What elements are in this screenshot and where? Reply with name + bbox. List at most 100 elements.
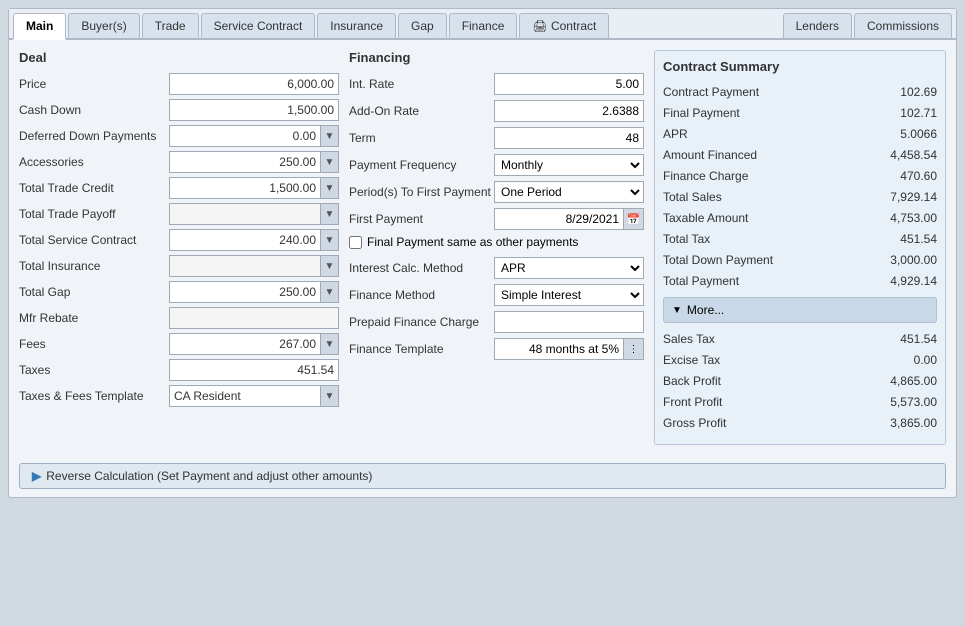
reverse-calc-button[interactable]: ▶ Reverse Calculation (Set Payment and a… <box>19 463 946 489</box>
tab-buyers[interactable]: Buyer(s) <box>68 13 139 38</box>
deal-field-row-7: Total Insurance ▼ <box>19 255 339 277</box>
add-on-rate-input[interactable] <box>494 100 644 122</box>
contract-icon: 🖨 <box>532 19 551 33</box>
deal-field-input-4[interactable] <box>169 177 321 199</box>
add-on-rate-label: Add-On Rate <box>349 104 494 118</box>
interest-calc-row: Interest Calc. Method APR Simple Interes… <box>349 257 644 279</box>
payment-freq-select[interactable]: Monthly Weekly Bi-Weekly Semi-Monthly <box>494 154 644 176</box>
summary-label-1: Final Payment <box>663 106 740 120</box>
deal-field-input-6[interactable] <box>169 229 321 251</box>
tab-contract[interactable]: 🖨 Contract <box>519 13 609 38</box>
summary-value-8: 3,000.00 <box>890 253 937 267</box>
deal-field-row-2: Deferred Down Payments▼ <box>19 125 339 147</box>
deal-field-icon-7[interactable]: ▼ <box>321 255 339 277</box>
tab-trade[interactable]: Trade <box>142 13 199 38</box>
deal-field-icon-4[interactable]: ▼ <box>321 177 339 199</box>
deal-field-label-0: Price <box>19 77 169 91</box>
more-item-label-4: Gross Profit <box>663 416 726 430</box>
deal-field-input-wrap-5: ▼ <box>169 203 339 225</box>
summary-label-7: Total Tax <box>663 232 710 246</box>
finance-method-select[interactable]: Simple Interest Rule of 78s Actuarial <box>494 284 644 306</box>
deal-field-input-2[interactable] <box>169 125 321 147</box>
more-item-value-2: 4,865.00 <box>890 374 937 388</box>
payment-freq-row: Payment Frequency Monthly Weekly Bi-Week… <box>349 154 644 176</box>
more-label: More... <box>687 303 724 317</box>
more-item-row-1: Excise Tax0.00 <box>663 352 937 368</box>
taxes-fees-label: Taxes & Fees Template <box>19 389 169 403</box>
deal-field-input-5[interactable] <box>169 203 321 225</box>
first-payment-input[interactable] <box>494 208 624 230</box>
deal-field-icon-10[interactable]: ▼ <box>321 333 339 355</box>
deal-field-input-0[interactable] <box>169 73 339 95</box>
summary-value-2: 5.0066 <box>900 127 937 141</box>
int-rate-input[interactable] <box>494 73 644 95</box>
deal-field-input-wrap-9 <box>169 307 339 329</box>
summary-row-4: Finance Charge470.60 <box>663 168 937 184</box>
deal-field-input-10[interactable] <box>169 333 321 355</box>
summary-value-7: 451.54 <box>900 232 937 246</box>
summary-row-1: Final Payment102.71 <box>663 105 937 121</box>
chevron-down-icon: ▼ <box>672 305 682 316</box>
summary-row-7: Total Tax 451.54 <box>663 231 937 247</box>
calendar-icon[interactable]: 📅 <box>624 208 644 230</box>
deal-field-label-9: Mfr Rebate <box>19 311 169 325</box>
deal-field-input-wrap-0 <box>169 73 339 95</box>
summary-label-4: Finance Charge <box>663 169 748 183</box>
periods-first-select[interactable]: One Period Two Periods None <box>494 181 644 203</box>
term-input[interactable] <box>494 127 644 149</box>
final-payment-checkbox[interactable] <box>349 236 362 249</box>
summary-value-3: 4,458.54 <box>890 148 937 162</box>
financing-title: Financing <box>349 50 644 65</box>
deal-field-input-wrap-11 <box>169 359 339 381</box>
deal-field-input-1[interactable] <box>169 99 339 121</box>
summary-label-6: Taxable Amount <box>663 211 748 225</box>
deal-field-icon-3[interactable]: ▼ <box>321 151 339 173</box>
more-item-row-3: Front Profit5,573.00 <box>663 394 937 410</box>
term-row: Term <box>349 127 644 149</box>
deal-field-input-9[interactable] <box>169 307 339 329</box>
finance-template-input[interactable] <box>494 338 624 360</box>
tab-main[interactable]: Main <box>13 13 66 40</box>
deal-field-icon-6[interactable]: ▼ <box>321 229 339 251</box>
summary-title: Contract Summary <box>663 59 937 74</box>
more-item-label-0: Sales Tax <box>663 332 715 346</box>
first-payment-row: First Payment 📅 <box>349 208 644 230</box>
tab-service-contract[interactable]: Service Contract <box>201 13 316 38</box>
deal-field-label-3: Accessories <box>19 155 169 169</box>
finance-method-input-wrap: Simple Interest Rule of 78s Actuarial <box>494 284 644 306</box>
interest-calc-select[interactable]: APR Simple Interest <box>494 257 644 279</box>
deal-field-input-wrap-7: ▼ <box>169 255 339 277</box>
taxes-fees-icon[interactable]: ▼ <box>321 385 339 407</box>
summary-row-9: Total Payment4,929.14 <box>663 273 937 289</box>
finance-template-icon[interactable]: ⋮ <box>624 338 644 360</box>
deal-field-label-5: Total Trade Payoff <box>19 207 169 221</box>
more-item-label-2: Back Profit <box>663 374 721 388</box>
deal-field-input-8[interactable] <box>169 281 321 303</box>
deal-field-input-wrap-3: ▼ <box>169 151 339 173</box>
deal-field-input-11[interactable] <box>169 359 339 381</box>
deal-field-label-11: Taxes <box>19 363 169 377</box>
tab-finance[interactable]: Finance <box>449 13 518 38</box>
deal-field-input-wrap-2: ▼ <box>169 125 339 147</box>
deal-panel: Deal PriceCash DownDeferred Down Payment… <box>19 50 339 445</box>
tab-commissions[interactable]: Commissions <box>854 13 952 38</box>
more-item-value-0: 451.54 <box>900 332 937 346</box>
summary-label-5: Total Sales <box>663 190 722 204</box>
more-item-row-2: Back Profit 4,865.00 <box>663 373 937 389</box>
taxes-fees-input[interactable] <box>169 385 321 407</box>
deal-field-label-7: Total Insurance <box>19 259 169 273</box>
deal-field-input-wrap-10: ▼ <box>169 333 339 355</box>
tab-lenders[interactable]: Lenders <box>783 13 852 38</box>
deal-field-icon-8[interactable]: ▼ <box>321 281 339 303</box>
deal-field-input-7[interactable] <box>169 255 321 277</box>
deal-field-input-3[interactable] <box>169 151 321 173</box>
more-section[interactable]: ▼ More... <box>663 297 937 323</box>
deal-field-input-wrap-4: ▼ <box>169 177 339 199</box>
summary-row-5: Total Sales7,929.14 <box>663 189 937 205</box>
tab-gap[interactable]: Gap <box>398 13 447 38</box>
deal-field-icon-5[interactable]: ▼ <box>321 203 339 225</box>
tab-insurance[interactable]: Insurance <box>317 13 396 38</box>
summary-label-8: Total Down Payment <box>663 253 773 267</box>
deal-field-icon-2[interactable]: ▼ <box>321 125 339 147</box>
prepaid-input[interactable] <box>494 311 644 333</box>
